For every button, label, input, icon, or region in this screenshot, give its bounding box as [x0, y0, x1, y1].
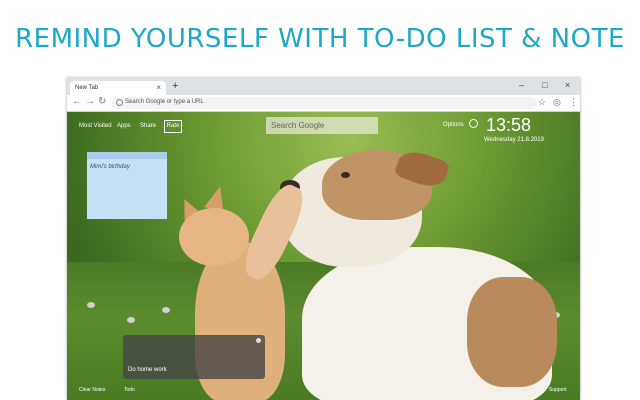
todo-panel[interactable]: Do home work — [123, 335, 265, 379]
reload-button[interactable]: ↻ — [98, 96, 106, 107]
search-icon — [116, 99, 123, 106]
cat-head — [179, 208, 249, 266]
forward-button[interactable]: → — [85, 96, 95, 107]
minimize-button[interactable]: – — [519, 80, 524, 90]
clear-notes-button[interactable]: Clear Notes — [79, 387, 105, 393]
address-bar[interactable]: Search Google or type a URL — [112, 97, 537, 109]
google-search-box[interactable]: Search Google — [266, 117, 378, 134]
clover-blossom — [162, 307, 170, 313]
maximize-button[interactable]: □ — [542, 80, 547, 90]
clover-blossom — [127, 317, 135, 323]
dog-brown-patch — [467, 277, 557, 387]
close-tab-icon[interactable]: × — [156, 83, 161, 92]
new-tab-page: Most Visited Apps Share Rate Search Goog… — [67, 112, 580, 400]
back-button[interactable]: ← — [72, 96, 82, 107]
title-bar: New Tab × + – □ × — [67, 78, 580, 95]
alarm-clock-icon[interactable] — [469, 119, 478, 128]
promo-headline: REMIND YOURSELF WITH TO-DO LIST & NOTE — [15, 24, 625, 54]
new-tab-button[interactable]: + — [172, 80, 178, 92]
bookmark-star-icon[interactable]: ☆ — [538, 97, 546, 108]
search-placeholder: Search Google — [271, 121, 325, 130]
todo-close-icon[interactable] — [256, 338, 261, 343]
profile-icon[interactable]: ◎ — [553, 97, 561, 108]
dog-eye — [341, 172, 350, 178]
tab-label: New Tab — [75, 85, 99, 91]
browser-tab[interactable]: New Tab × — [70, 81, 166, 95]
rate-button[interactable]: Rate — [164, 120, 182, 133]
menu-icon[interactable]: ⋮ — [569, 97, 578, 108]
address-bar-placeholder: Search Google or type a URL — [125, 99, 204, 105]
browser-toolbar: ← → ↻ Search Google or type a URL ☆ ◎ ⋮ — [67, 95, 580, 112]
share-link[interactable]: Share — [140, 123, 156, 129]
clover-blossom — [87, 302, 95, 308]
most-visited-link[interactable]: Most Visited — [79, 123, 112, 129]
options-link[interactable]: Options — [443, 122, 464, 128]
sticky-note[interactable]: Mimi's birthday — [87, 152, 167, 219]
clock-date: Wednesday 21.8.2019 — [484, 137, 544, 143]
todo-item[interactable]: Do home work — [128, 367, 167, 373]
apps-link[interactable]: Apps — [117, 123, 131, 129]
support-link[interactable]: Support — [549, 387, 567, 393]
sticky-note-text[interactable]: Mimi's birthday — [90, 164, 130, 170]
clock-time: 13:58 — [486, 115, 532, 135]
close-window-button[interactable]: × — [565, 80, 570, 90]
browser-window: New Tab × + – □ × ← → ↻ Search Google or… — [67, 78, 580, 400]
todo-button[interactable]: Todo — [124, 387, 135, 393]
